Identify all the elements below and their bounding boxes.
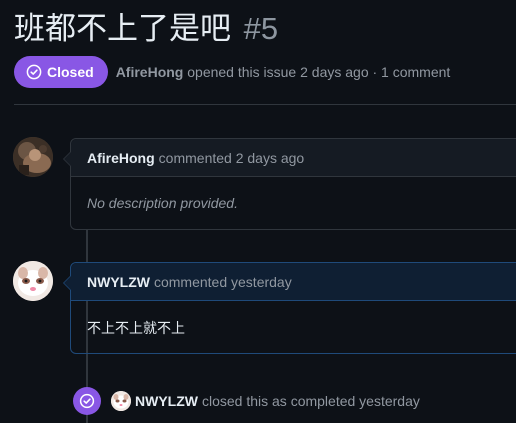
avatar[interactable] — [111, 391, 131, 411]
comment-body: No description provided. — [87, 195, 238, 211]
comment-card: NWYLZW commented yesterday 不上不上就不上 — [63, 262, 516, 354]
avatar[interactable] — [13, 137, 53, 177]
check-circle-icon — [79, 393, 95, 409]
avatar[interactable] — [13, 261, 53, 301]
event-description: closed this as completed yesterday — [201, 393, 420, 409]
event-author-link[interactable]: NWYLZW — [135, 393, 198, 409]
state-label: Closed — [47, 64, 94, 80]
comment-arrow — [63, 275, 71, 291]
header-divider — [14, 104, 516, 105]
issue-meta-text: AfireHong opened this issue 2 days ago ·… — [116, 64, 451, 80]
issue-number: #5 — [243, 11, 279, 46]
comment-header: AfireHong commented 2 days ago — [71, 139, 516, 177]
closed-event-icon — [73, 387, 101, 415]
issue-title-row: 班都不上了是吧 #5 — [14, 10, 278, 48]
closed-check-icon — [26, 64, 42, 80]
comment-timestamp[interactable]: commented yesterday — [154, 274, 292, 290]
comment-arrow — [63, 151, 71, 167]
event-text: NWYLZW closed this as completed yesterday — [135, 393, 420, 409]
issue-meta-detail: opened this issue 2 days ago · 1 comment — [187, 64, 451, 80]
issue-meta: Closed AfireHong opened this issue 2 day… — [14, 56, 450, 88]
issue-title: 班都不上了是吧 — [14, 11, 231, 47]
issue-author-link[interactable]: AfireHong — [116, 64, 184, 80]
closed-event: NWYLZW closed this as completed yesterday — [73, 387, 420, 415]
comment-author-link[interactable]: AfireHong — [87, 150, 155, 166]
closed-state-badge: Closed — [14, 56, 108, 88]
comment-author-link[interactable]: NWYLZW — [87, 274, 150, 290]
comment-card: AfireHong commented 2 days ago No descri… — [63, 138, 516, 230]
comment-timestamp[interactable]: commented 2 days ago — [159, 150, 305, 166]
comment-header: NWYLZW commented yesterday — [71, 263, 516, 301]
comment-body: 不上不上就不上 — [87, 321, 185, 337]
